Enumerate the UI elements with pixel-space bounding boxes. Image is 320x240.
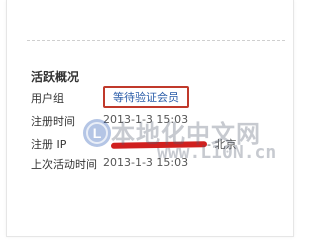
watermark-logo-icon: L <box>83 119 111 147</box>
watermark-url: www.L10N.cn <box>157 142 277 163</box>
section-divider <box>27 40 285 41</box>
profile-panel: 活跃概况 用户组 等待验证会员 注册时间 2013-1-3 15:03 注册 I… <box>6 0 294 237</box>
section-title: 活跃概况 <box>31 70 80 84</box>
register-time-label: 注册时间 <box>31 115 75 128</box>
register-ip-label: 注册 IP <box>31 138 67 151</box>
user-group-link[interactable]: 等待验证会员 <box>103 86 189 108</box>
last-active-label: 上次活动时间 <box>31 158 97 171</box>
user-group-label: 用户组 <box>31 92 64 105</box>
svg-text:L: L <box>93 125 102 141</box>
